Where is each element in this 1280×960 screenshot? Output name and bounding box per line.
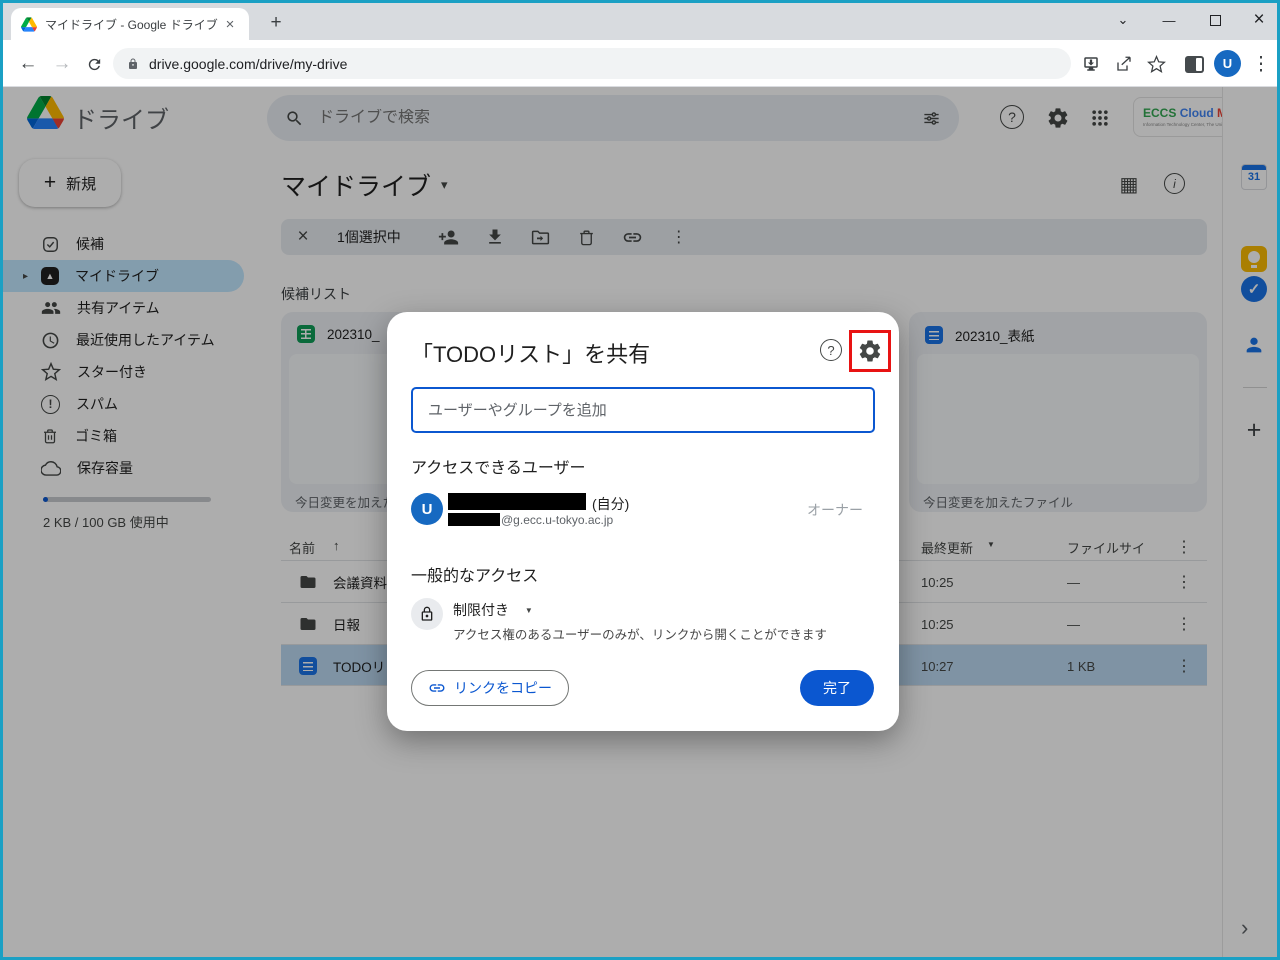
window-minimize-button[interactable]: — [1147,3,1191,37]
restricted-lock-icon [411,598,443,630]
back-button[interactable]: ← [15,51,41,77]
access-level-label: 制限付き [453,602,509,618]
new-tab-button[interactable]: + [263,10,289,36]
install-icon[interactable] [1078,51,1104,77]
access-level-description: アクセス権のあるユーザーのみが、リンクから開くことができます [453,628,827,642]
drive-favicon [21,16,37,32]
bookmark-star-icon[interactable] [1143,51,1169,77]
share-icon[interactable] [1111,51,1137,77]
side-panel-toggle[interactable] [1181,51,1207,77]
redacted-owner-name [448,493,586,510]
people-with-access-heading: アクセスできるユーザー [411,460,586,477]
dropdown-caret-icon: ▼ [524,606,533,615]
general-access-heading: 一般的なアクセス [411,568,539,585]
window-close-button[interactable]: × [1237,3,1280,37]
browser-toolbar: ← → drive.google.com/drive/my-drive U ⋮ [3,40,1277,87]
owner-self-label: (自分) [592,496,630,512]
lock-icon [127,57,139,71]
redacted-owner-email-prefix [448,513,500,526]
maximize-icon [1209,14,1221,26]
browser-tab-strip: マイドライブ - Google ドライブ × + ⌄ — × [3,3,1277,40]
link-icon [428,679,446,697]
annotation-red-box [849,330,891,372]
copy-link-label: リンクをコピー [454,680,552,696]
dialog-title: 「TODOリスト」を共有 [411,342,651,367]
browser-tab[interactable]: マイドライブ - Google ドライブ × [11,8,249,40]
side-panel-icon [1184,55,1204,73]
owner-role-label: オーナー [807,502,863,518]
owner-avatar: U [411,493,443,525]
tab-close-icon[interactable]: × [221,16,239,33]
reload-button[interactable] [81,51,107,77]
done-button[interactable]: 完了 [800,670,874,706]
owner-email-domain: @g.ecc.u-tokyo.ac.jp [501,513,614,527]
drive-page: ドライブ ? ECCS Cloud Mail Information Techn… [3,87,1277,957]
browser-profile-avatar[interactable]: U [1214,50,1241,77]
browser-menu-kebab[interactable]: ⋮ [1248,51,1274,77]
url-bar[interactable]: drive.google.com/drive/my-drive [113,48,1071,79]
tab-title: マイドライブ - Google ドライブ [45,17,218,32]
window-chevron-icon[interactable]: ⌄ [1101,3,1145,37]
access-level-dropdown[interactable]: 制限付き ▼ [453,600,533,620]
copy-link-button[interactable]: リンクをコピー [411,670,569,706]
url-text: drive.google.com/drive/my-drive [149,55,348,72]
dialog-help-icon[interactable]: ? [820,339,842,361]
share-dialog: 「TODOリスト」を共有 ? アクセスできるユーザー U (自分) @g.ecc… [387,312,899,731]
forward-button[interactable]: → [49,51,75,77]
dialog-settings-gear-icon[interactable] [857,338,883,364]
window-maximize-button[interactable] [1193,3,1237,37]
add-people-input[interactable] [411,387,875,433]
